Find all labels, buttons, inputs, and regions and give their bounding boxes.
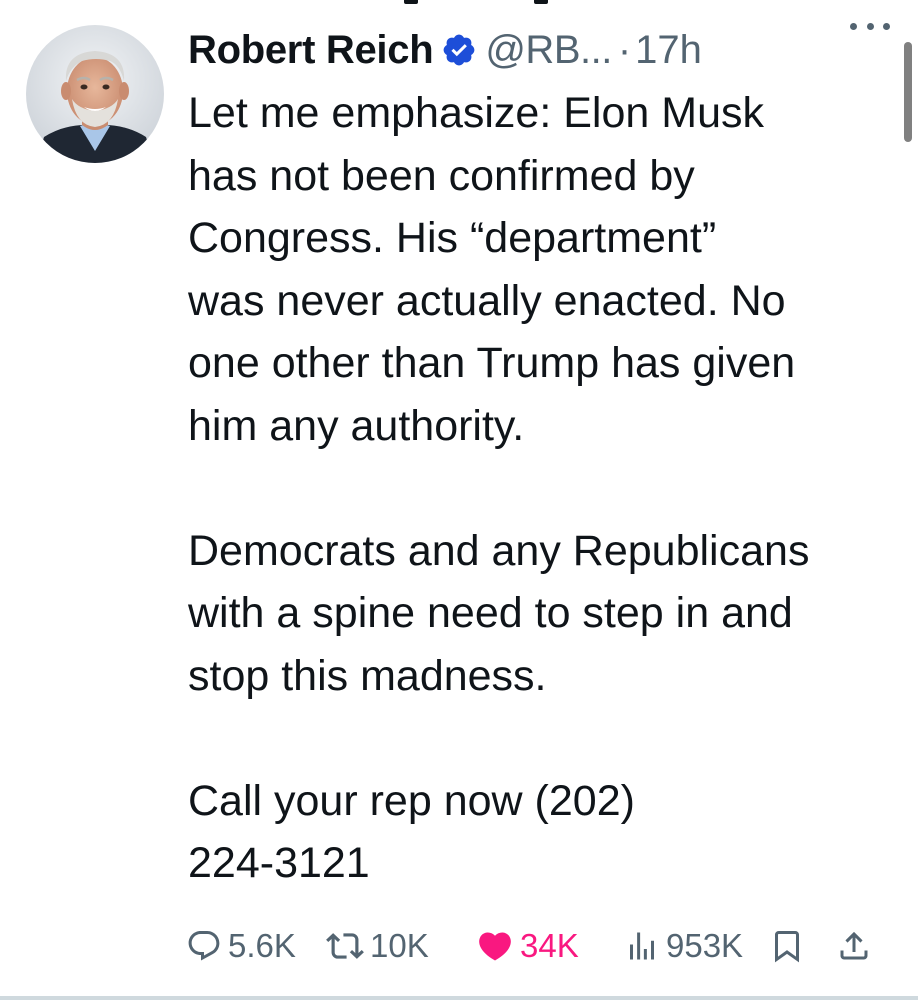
scrollbar-thumb[interactable] xyxy=(904,42,912,142)
share-button[interactable] xyxy=(836,920,872,972)
tweet-paragraph: Let me emphasize: Elon Musk has not been… xyxy=(188,89,796,450)
separator-dot: · xyxy=(617,27,632,72)
divider xyxy=(0,996,918,1000)
views-count: 953K xyxy=(666,927,744,964)
more-dots-icon-dot xyxy=(883,22,890,30)
reply-count: 5.6K xyxy=(228,927,296,964)
reply-button[interactable]: 5.6K xyxy=(186,920,296,972)
more-dots-icon-dot xyxy=(866,22,874,30)
retweet-button[interactable]: 10K xyxy=(326,920,429,972)
more-dots-icon xyxy=(850,22,857,30)
share-upload-icon xyxy=(840,931,868,960)
bookmark-button[interactable] xyxy=(769,920,805,972)
tweet-paragraph: Democrats and any Republicans with a spi… xyxy=(188,526,810,700)
previous-content-fragment xyxy=(0,0,918,8)
heart-filled-icon xyxy=(479,932,511,961)
tweet-action-bar: 5.6K 10K 34K 953K xyxy=(186,920,896,972)
verified-badge-icon xyxy=(441,32,477,68)
views-button[interactable]: 953K xyxy=(624,920,743,972)
author-handle[interactable]: @RB... xyxy=(485,28,612,73)
reply-bubble-icon xyxy=(188,931,220,961)
tweet-paragraph: Call your rep now (202) 224-3121 xyxy=(188,776,635,888)
retweet-count: 10K xyxy=(370,927,429,964)
tweet-header: Robert Reich @RB... · 17h xyxy=(188,22,902,78)
like-count: 34K xyxy=(520,927,579,964)
bookmark-icon xyxy=(775,931,799,963)
retweet-icon xyxy=(326,933,364,959)
author-display-name[interactable]: Robert Reich xyxy=(188,28,434,73)
views-bars-icon xyxy=(630,932,654,960)
tweet-text: Let me emphasize: Elon Musk has not been… xyxy=(188,82,898,895)
avatar[interactable] xyxy=(26,25,164,163)
tweet-timestamp[interactable]: 17h xyxy=(635,28,702,73)
like-button[interactable]: 34K xyxy=(476,920,579,972)
more-options-button[interactable] xyxy=(850,16,890,36)
